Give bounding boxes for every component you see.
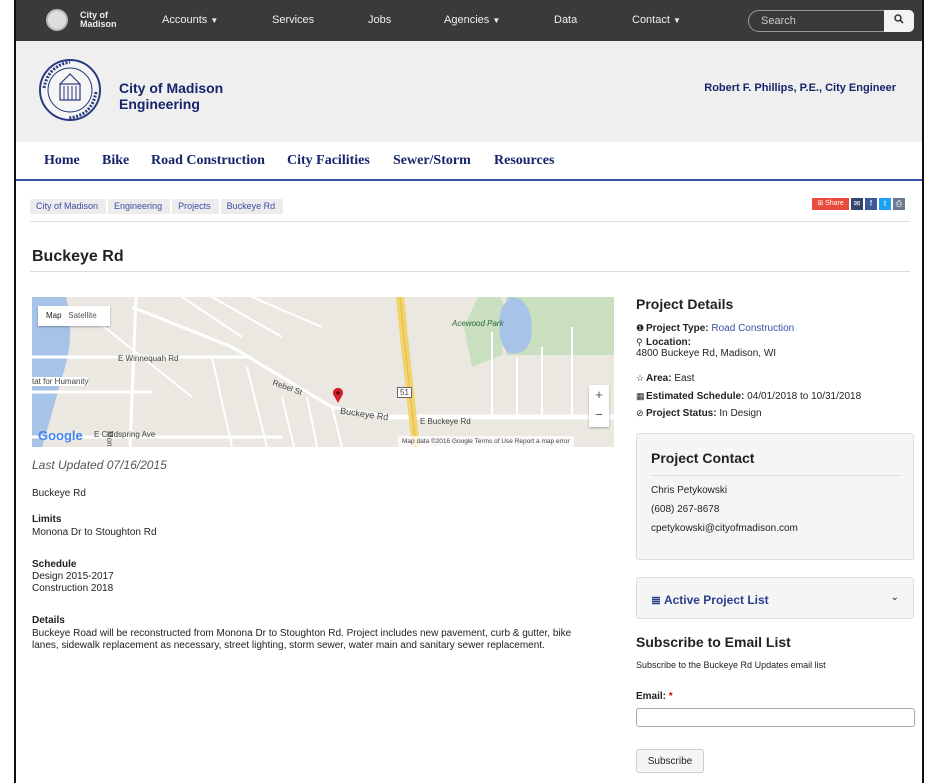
map-type-toggle[interactable]: Map Satellite [38, 306, 110, 326]
subscribe-button[interactable]: Subscribe [636, 749, 704, 773]
map-label: E Buckeye Rd [420, 417, 471, 426]
share-button[interactable]: ⊞ Share [812, 198, 849, 210]
contact-name: Chris Petykowski [651, 485, 728, 496]
contact-phone: (608) 267-8678 [651, 504, 720, 515]
project-details-title: Project Details [636, 296, 734, 312]
twitter-icon[interactable]: t [879, 198, 891, 210]
breadcrumb-item[interactable]: Projects [172, 199, 219, 214]
nav-services[interactable]: Services [272, 14, 314, 26]
location-value: 4800 Buckeye Rd, Madison, WI [636, 348, 777, 359]
required-marker: * [668, 691, 673, 702]
nav-data[interactable]: Data [554, 14, 577, 26]
map-label: Monona Dr [105, 431, 114, 447]
details-line-2: lanes, sidewalk replacement as necessary… [32, 640, 545, 651]
divider [30, 271, 910, 272]
plus-icon: ⊞ [817, 200, 824, 207]
page-frame: City of Madison Accounts ▼ Services Jobs … [14, 0, 924, 783]
search-icon [894, 14, 904, 24]
engineering-seal-icon[interactable] [38, 58, 102, 122]
email-label: Email: * [636, 691, 673, 702]
map-label: Acewood Park [452, 319, 504, 328]
main-nav: Home Bike Road Construction City Facilit… [16, 142, 922, 181]
project-map[interactable]: Map Satellite E Winnequah Rd Acewood Par… [32, 297, 614, 447]
schedule-design: Design 2015-2017 [32, 571, 114, 582]
caret-down-icon: ▼ [492, 16, 501, 25]
nav-contact[interactable]: Contact ▼ [632, 14, 681, 26]
page-title: Buckeye Rd [32, 248, 124, 265]
mainnav-city-facilities[interactable]: City Facilities [287, 153, 370, 169]
breadcrumb-item[interactable]: Buckeye Rd [220, 199, 284, 214]
list-icon: ≣ [651, 593, 662, 607]
map-marker-icon[interactable] [332, 388, 344, 404]
project-contact-panel: Project Contact Chris Petykowski (608) 2… [636, 433, 914, 560]
share-bar: ⊞ Share ✉ f t ⎙ [810, 198, 905, 212]
search-input[interactable] [748, 10, 886, 32]
caret-down-icon: ▼ [672, 16, 681, 25]
contact-email-link[interactable]: cpetykowski@cityofmadison.com [651, 523, 798, 534]
project-name: Buckeye Rd [32, 488, 86, 499]
map-zoom-control: + − [589, 385, 609, 427]
nav-accounts[interactable]: Accounts ▼ [162, 14, 218, 26]
status-icon: ⊘ [636, 408, 644, 418]
city-engineer: Robert F. Phillips, P.E., City Engineer [704, 82, 896, 94]
mainnav-resources[interactable]: Resources [494, 153, 554, 169]
city-logo-text[interactable]: City of Madison [80, 11, 117, 29]
map-attribution[interactable]: Map data ©2016 Google Terms of Use Repor… [398, 436, 574, 447]
mainnav-home[interactable]: Home [44, 153, 80, 169]
caret-down-icon: ▼ [210, 16, 219, 25]
email-field[interactable] [636, 708, 915, 727]
divider [651, 475, 901, 476]
map-type-satellite[interactable]: Satellite [68, 311, 96, 320]
top-navbar: City of Madison Accounts ▼ Services Jobs … [16, 0, 922, 41]
area-row: ☆ Area: East [636, 373, 695, 384]
schedule-construction: Construction 2018 [32, 583, 114, 594]
map-marker-icon: ⚲ [636, 337, 643, 347]
mainnav-road-construction[interactable]: Road Construction [151, 153, 265, 169]
map-label: E Winnequah Rd [118, 354, 179, 363]
highway-shield: 51 [397, 387, 412, 398]
limits-value: Monona Dr to Stoughton Rd [32, 527, 157, 538]
email-share-icon[interactable]: ✉ [851, 198, 863, 210]
breadcrumb-item[interactable]: City of Madison [30, 199, 107, 214]
limits-heading: Limits [32, 514, 62, 525]
chevron-down-icon[interactable]: ⌄ [891, 592, 899, 603]
mainnav-sewer-storm[interactable]: Sewer/Storm [393, 153, 471, 169]
search-button[interactable] [884, 10, 914, 32]
zoom-in-button[interactable]: + [589, 385, 609, 405]
status-row: ⊘ Project Status: In Design [636, 408, 762, 419]
schedule-heading: Schedule [32, 559, 77, 570]
details-line-1: Buckeye Road will be reconstructed from … [32, 628, 572, 639]
project-type-row: ❶ Project Type: Road Construction [636, 323, 795, 334]
project-type-link[interactable]: Road Construction [711, 323, 794, 334]
mainnav-bike[interactable]: Bike [102, 153, 129, 169]
nav-agencies[interactable]: Agencies ▼ [444, 14, 500, 26]
divider [30, 221, 910, 222]
details-heading: Details [32, 615, 65, 626]
calendar-icon: ▦ [636, 391, 645, 401]
map-label: tat for Humanity [32, 377, 89, 386]
breadcrumb-item[interactable]: Engineering [108, 199, 171, 214]
active-project-list-panel[interactable]: ≣ Active Project List ⌄ [636, 577, 914, 619]
last-updated: Last Updated 07/16/2015 [32, 458, 167, 472]
subscribe-description: Subscribe to the Buckeye Rd Updates emai… [636, 660, 826, 670]
site-title[interactable]: City of Madison Engineering [119, 80, 223, 112]
info-icon: ❶ [636, 323, 645, 333]
site-header: City of Madison Engineering Robert F. Phi… [16, 41, 922, 142]
star-icon: ☆ [636, 373, 645, 383]
map-label: E Coldspring Ave [94, 430, 156, 439]
map-tiles [32, 297, 614, 447]
project-contact-title: Project Contact [651, 450, 755, 466]
nav-jobs[interactable]: Jobs [368, 14, 391, 26]
zoom-out-button[interactable]: − [589, 405, 609, 425]
subscribe-title: Subscribe to Email List [636, 634, 791, 650]
map-type-map[interactable]: Map [46, 311, 62, 320]
active-project-list-title[interactable]: ≣ Active Project List [651, 593, 769, 607]
facebook-icon[interactable]: f [865, 198, 877, 210]
breadcrumb: City of Madison Engineering Projects Buckey… [30, 199, 285, 214]
city-logo-icon[interactable] [46, 9, 68, 31]
schedule-row: ▦Estimated Schedule: 04/01/2018 to 10/31… [636, 391, 862, 402]
print-icon[interactable]: ⎙ [893, 198, 905, 210]
google-logo: Google [38, 428, 83, 443]
